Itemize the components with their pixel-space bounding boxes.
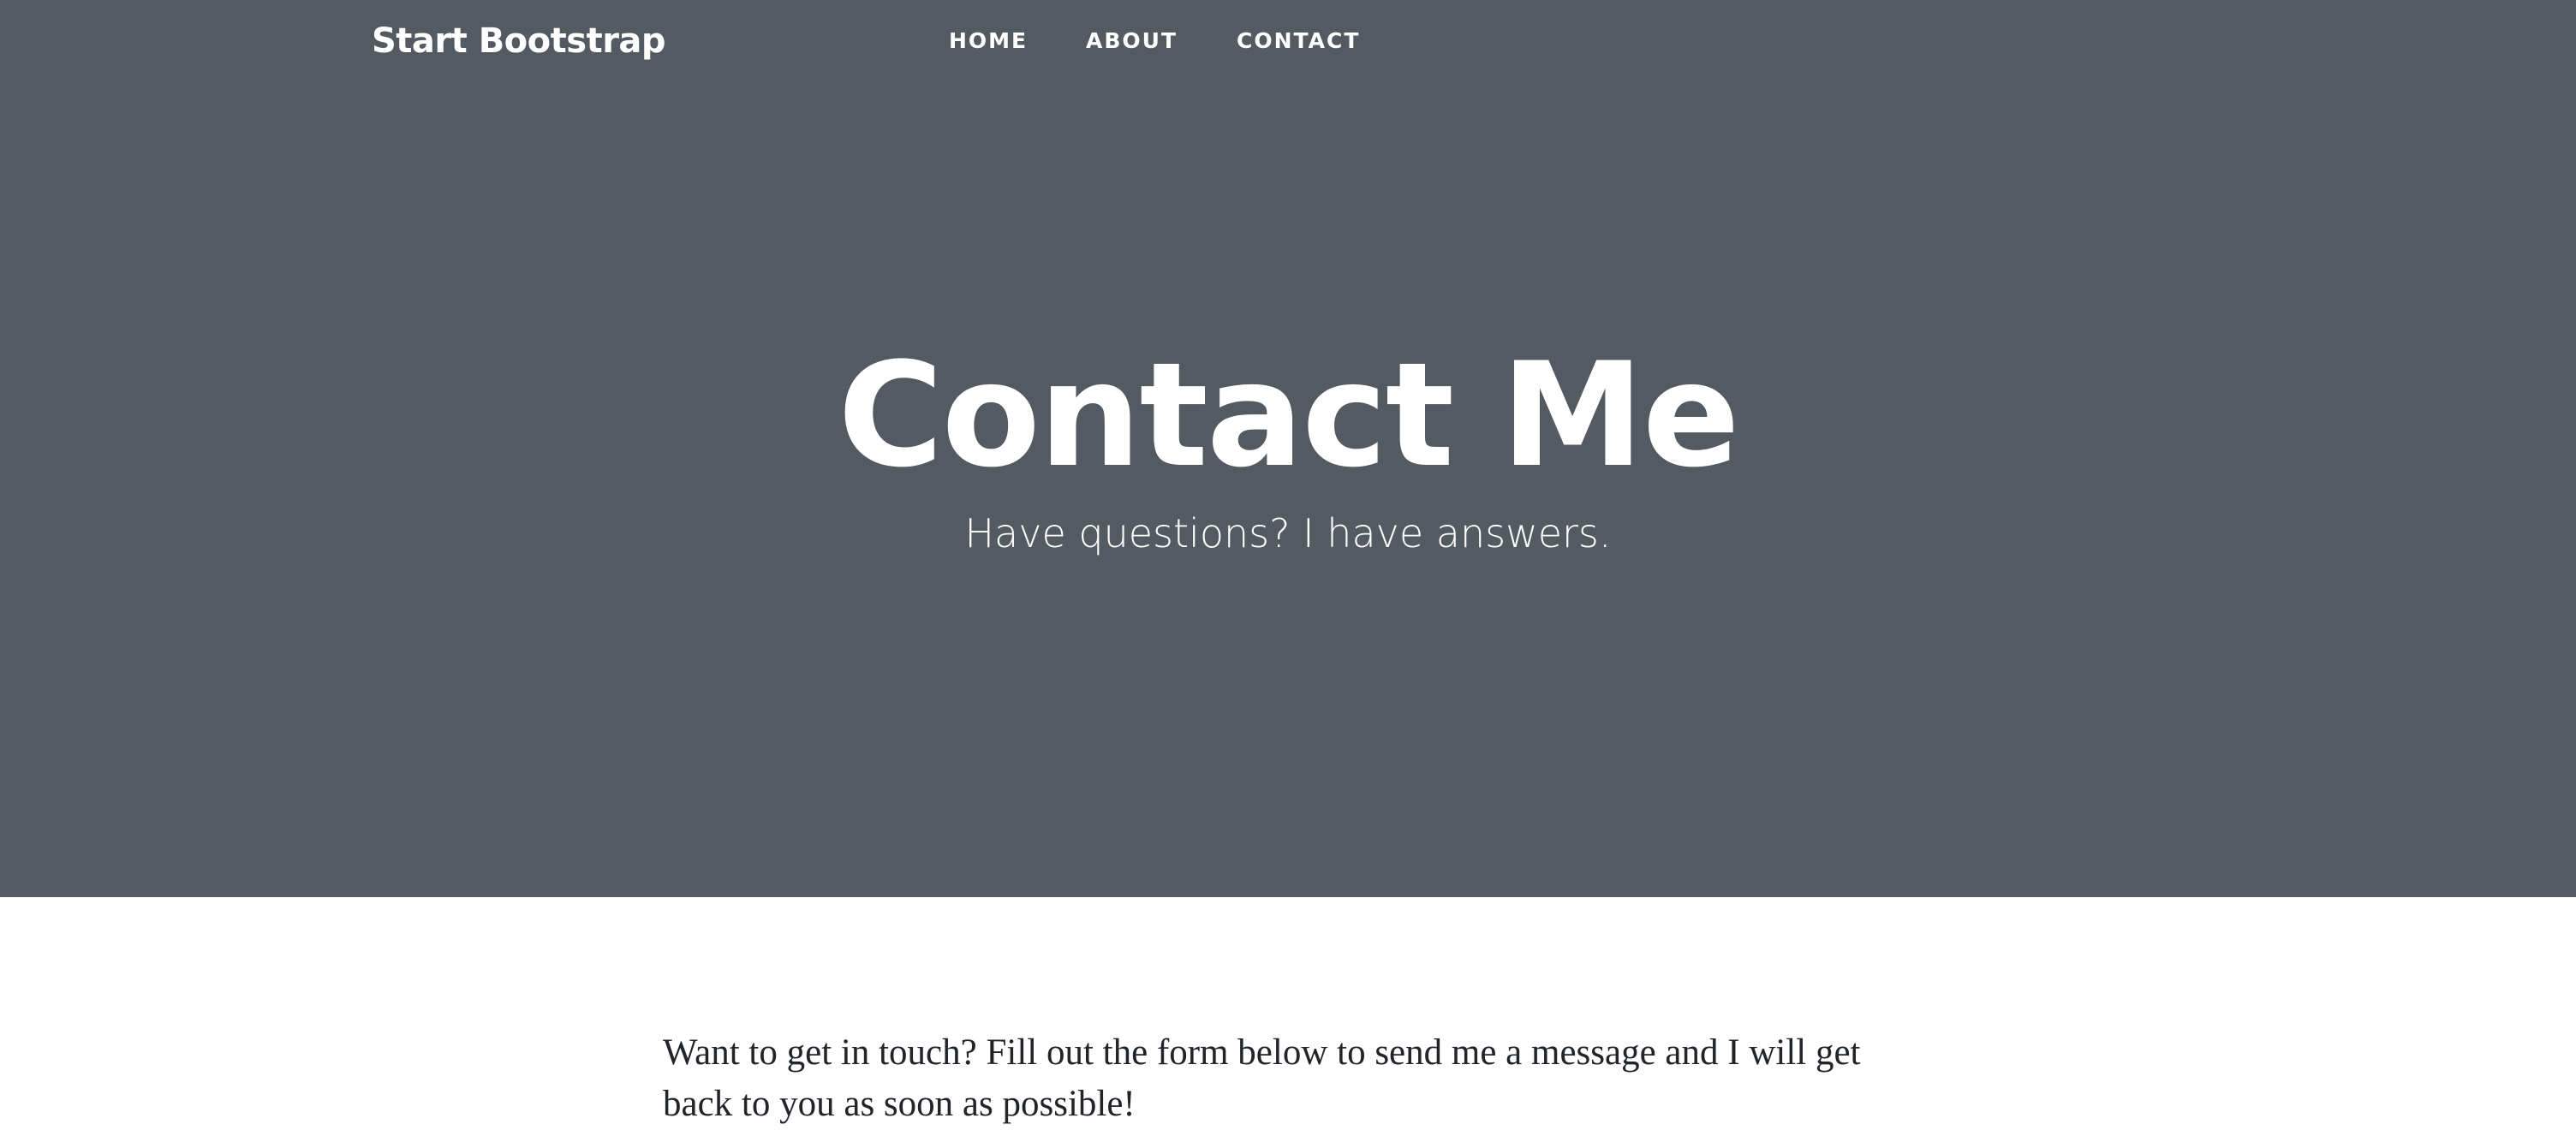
main-navbar: Start Bootstrap HOME ABOUT CONTACT (0, 0, 2576, 86)
nav-link-home[interactable]: HOME (949, 24, 1028, 58)
page: Start Bootstrap HOME ABOUT CONTACT Conta… (0, 0, 2576, 1130)
intro-paragraph: Want to get in touch? Fill out the form … (663, 1032, 1861, 1124)
page-subtitle: Have questions? I have answers. (964, 510, 1612, 556)
nav-link-about[interactable]: ABOUT (1086, 24, 1178, 58)
main-content: Want to get in touch? Fill out the form … (663, 1027, 1913, 1130)
page-title: Contact Me (838, 331, 1740, 499)
page-header: Start Bootstrap HOME ABOUT CONTACT Conta… (0, 0, 2576, 897)
brand-link[interactable]: Start Bootstrap (372, 15, 666, 67)
nav-link-contact[interactable]: CONTACT (1237, 24, 1360, 58)
hero-heading: Contact Me (0, 330, 2576, 501)
